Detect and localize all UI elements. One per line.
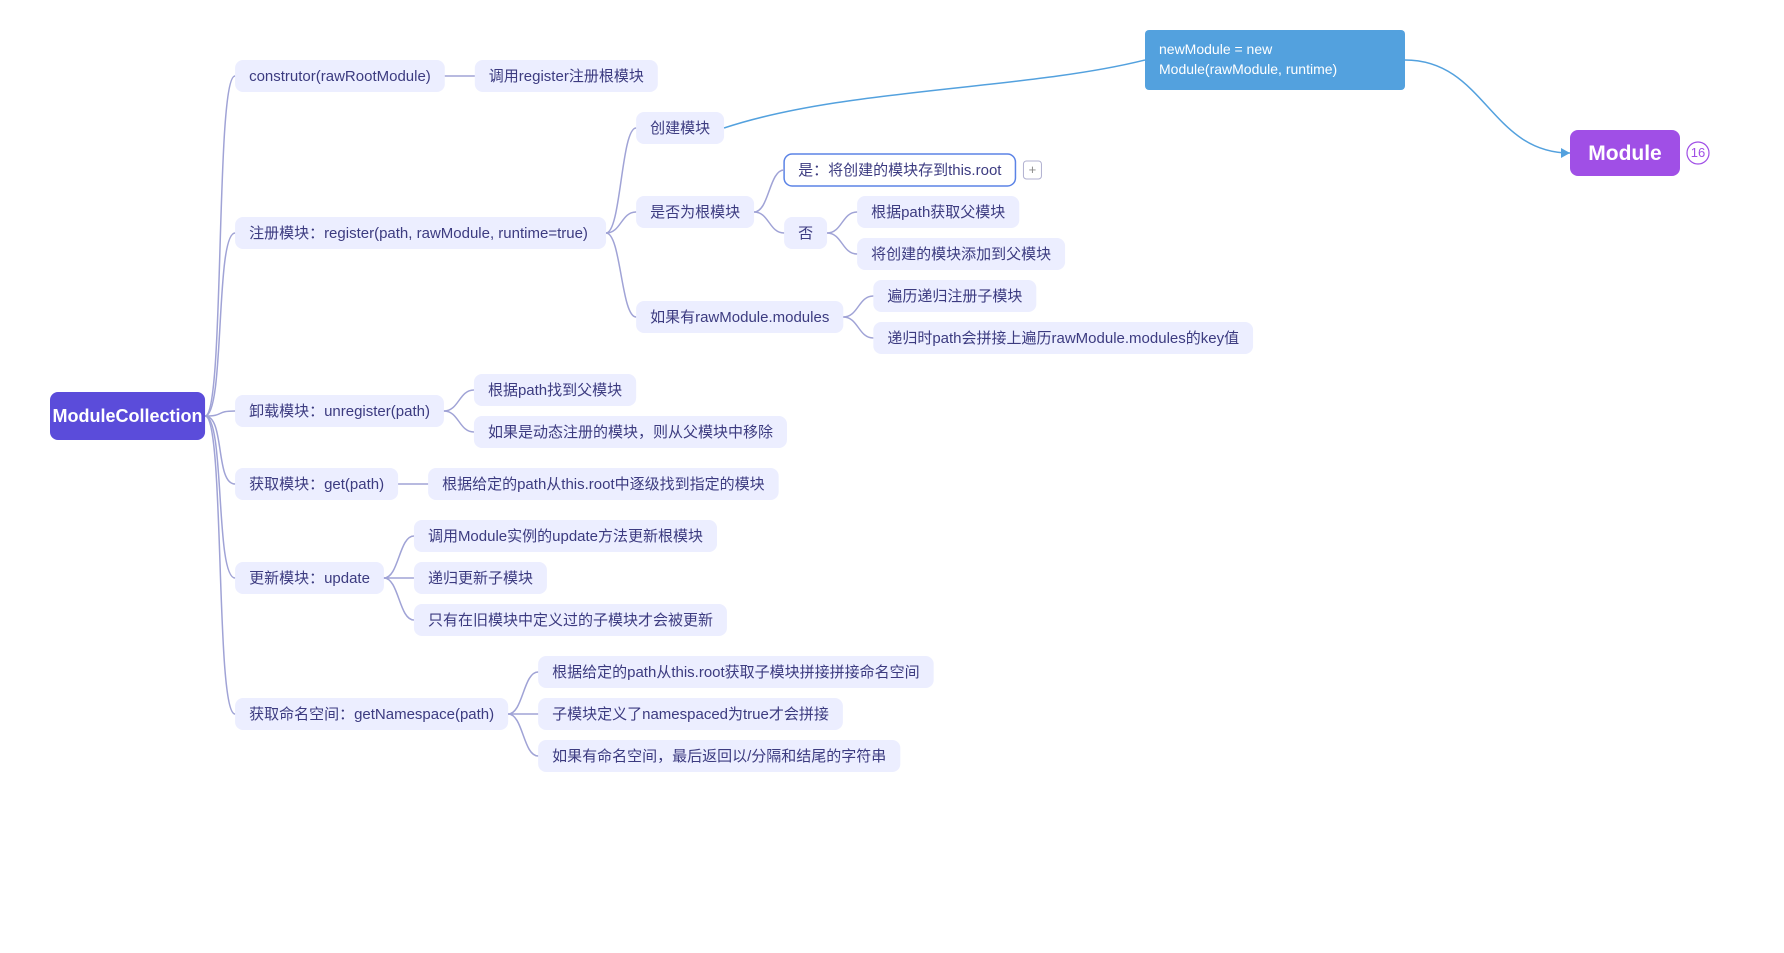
tooltip bbox=[1145, 30, 1405, 90]
tooltip-connector bbox=[724, 60, 1145, 128]
node-label: 递归更新子模块 bbox=[428, 570, 533, 587]
node-label: 获取模块：get(path) bbox=[249, 476, 384, 493]
node-label: 根据给定的path从this.root中逐级找到指定的模块 bbox=[442, 476, 765, 493]
node-label: 只有在旧模块中定义过的子模块才会被更新 bbox=[428, 612, 713, 629]
root-label: ModuleCollection bbox=[53, 406, 203, 426]
node-label: 递归时path会拼接上遍历rawModule.modules的key值 bbox=[887, 330, 1239, 347]
tooltip-line2: Module(rawModule, runtime) bbox=[1159, 61, 1337, 77]
node-label: 如果有命名空间，最后返回以/分隔和结尾的字符串 bbox=[552, 747, 886, 765]
node-label: 否 bbox=[798, 225, 813, 242]
node-label: 创建模块 bbox=[650, 120, 710, 137]
module-label: Module bbox=[1588, 142, 1662, 165]
node-label: 根据path找到父模块 bbox=[488, 382, 622, 399]
connector bbox=[843, 296, 873, 317]
count-label: 16 bbox=[1691, 145, 1705, 160]
node-label: 如果有rawModule.modules bbox=[650, 309, 829, 326]
node-label: 是否为根模块 bbox=[650, 204, 740, 221]
mindmap-canvas: ModuleCollection construtor(rawRootModule… bbox=[0, 0, 1784, 953]
connector bbox=[754, 212, 784, 233]
connector bbox=[508, 672, 538, 714]
connector bbox=[827, 212, 857, 233]
node-label: 注册模块：register(path, rawModule, runtime=t… bbox=[249, 225, 588, 242]
connector bbox=[754, 170, 784, 212]
arrowhead-icon bbox=[1561, 148, 1570, 158]
connector bbox=[205, 416, 235, 484]
connector bbox=[606, 233, 636, 317]
connector bbox=[384, 536, 414, 578]
tooltip-line1: newModule = new bbox=[1159, 41, 1273, 57]
connector bbox=[843, 317, 873, 338]
node-label: 卸载模块：unregister(path) bbox=[249, 403, 430, 420]
connector bbox=[508, 714, 538, 756]
node-label: 调用register注册根模块 bbox=[489, 68, 644, 85]
node-label: 遍历递归注册子模块 bbox=[887, 288, 1022, 305]
node-label: 根据path获取父模块 bbox=[871, 204, 1005, 221]
connector bbox=[444, 390, 474, 411]
node-label: 获取命名空间：getNamespace(path) bbox=[249, 705, 494, 723]
connector bbox=[606, 128, 636, 233]
connector bbox=[205, 416, 235, 714]
plus-icon: + bbox=[1029, 162, 1037, 177]
connector bbox=[827, 233, 857, 254]
node-label: 更新模块：update bbox=[249, 570, 370, 587]
node-label: 是：将创建的模块存到this.root bbox=[798, 162, 1002, 179]
connector bbox=[384, 578, 414, 620]
node-label: 根据给定的path从this.root获取子模块拼接拼接命名空间 bbox=[552, 663, 920, 681]
node-label: 将创建的模块添加到父模块 bbox=[871, 246, 1051, 263]
node-label: 如果是动态注册的模块，则从父模块中移除 bbox=[488, 424, 773, 441]
node-label: 调用Module实例的update方法更新根模块 bbox=[428, 528, 703, 545]
connector bbox=[205, 76, 235, 416]
node-label: 子模块定义了namespaced为true才会拼接 bbox=[552, 706, 829, 723]
connector bbox=[444, 411, 474, 432]
module-connector bbox=[1405, 60, 1570, 153]
node-label: construtor(rawRootModule) bbox=[249, 68, 431, 85]
